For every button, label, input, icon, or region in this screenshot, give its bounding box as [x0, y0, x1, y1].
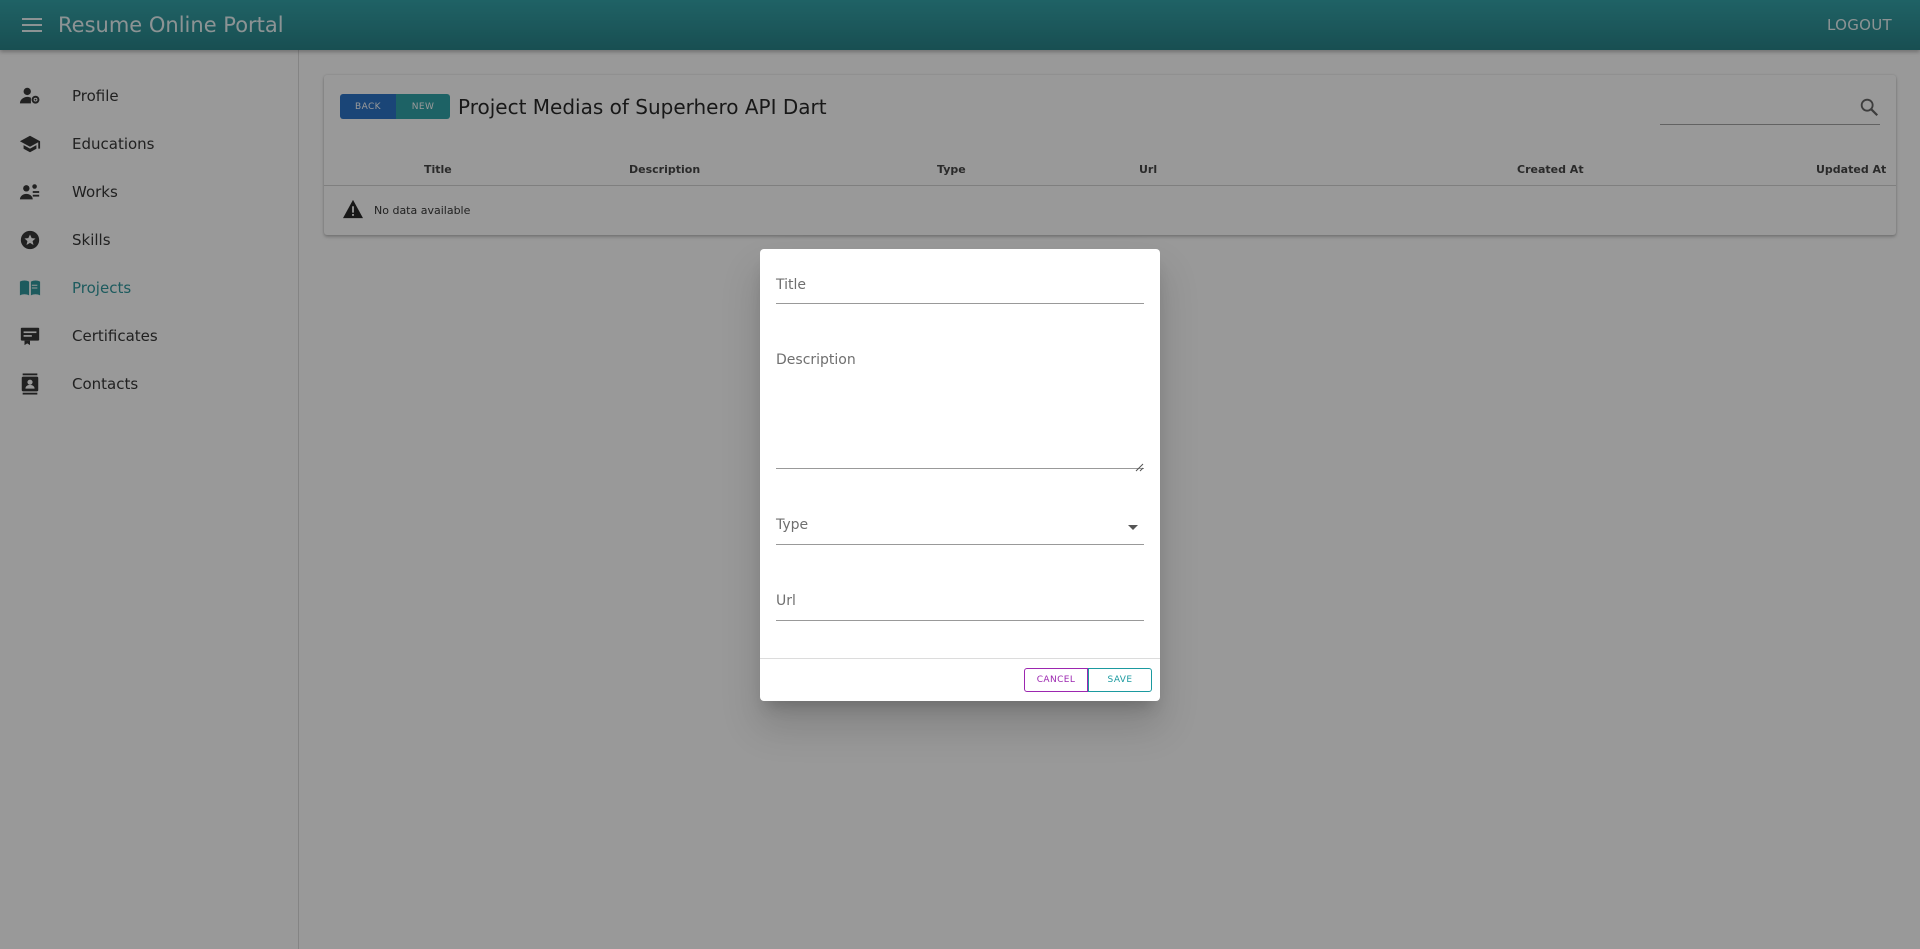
- save-button[interactable]: SAVE: [1088, 668, 1152, 692]
- title-field-label: Title: [776, 277, 807, 293]
- project-media-dialog: Title Description Type Url CANCEL SAVE: [760, 249, 1160, 701]
- type-select[interactable]: Type: [776, 511, 1144, 545]
- dialog-divider: [760, 658, 1160, 659]
- url-field[interactable]: Url: [776, 587, 1144, 621]
- resize-handle-icon[interactable]: [1135, 457, 1144, 472]
- type-select-label: Type: [776, 517, 809, 533]
- cancel-button[interactable]: CANCEL: [1024, 668, 1088, 692]
- title-field[interactable]: Title: [776, 271, 1144, 304]
- description-field[interactable]: Description: [776, 347, 1144, 472]
- url-field-label: Url: [776, 593, 796, 609]
- caret-down-icon[interactable]: [1128, 525, 1138, 530]
- description-field-label: Description: [776, 352, 856, 368]
